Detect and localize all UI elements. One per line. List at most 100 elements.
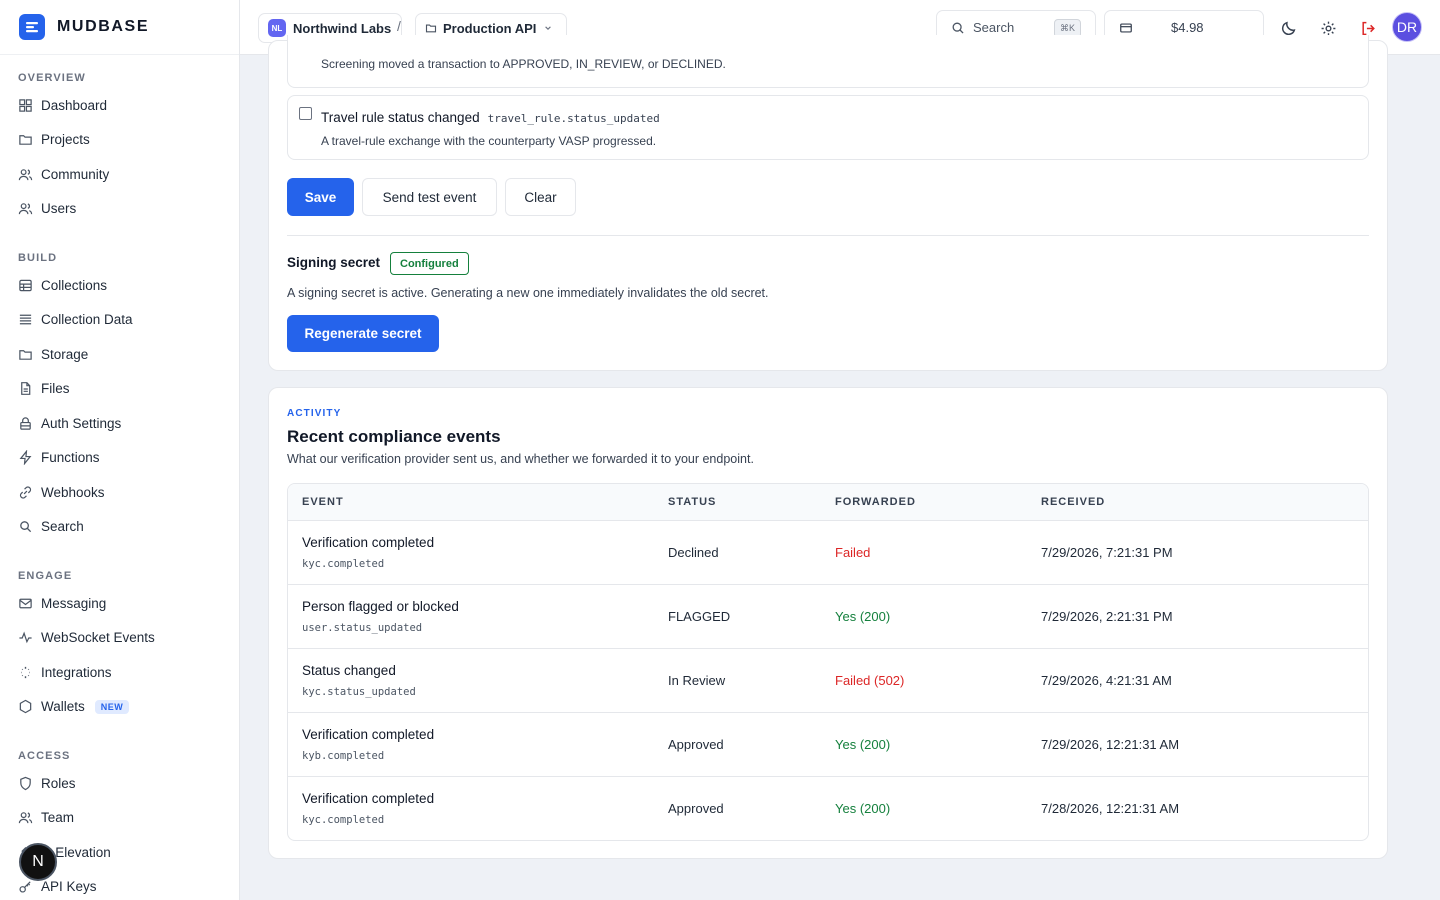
- hexagon-icon: [18, 699, 33, 714]
- sidebar-item-webhooks[interactable]: Webhooks: [0, 475, 239, 510]
- sidebar-item-label: Community: [41, 166, 110, 182]
- sidebar-item-community[interactable]: Community: [0, 157, 239, 192]
- sidebar-item-websocket-events[interactable]: WebSocket Events: [0, 621, 239, 656]
- sidebar-item-team[interactable]: Team: [0, 801, 239, 836]
- sidebar-item-storage[interactable]: Storage: [0, 337, 239, 372]
- sidebar: MUDBASE OVERVIEW Dashboard Projects Comm…: [0, 0, 240, 900]
- shield-icon: [18, 776, 33, 791]
- sidebar-item-label: Projects: [41, 132, 90, 148]
- event-name: Person flagged or blocked: [302, 599, 459, 614]
- sidebar-item-label: Search: [41, 519, 84, 535]
- sidebar-item-users[interactable]: Users: [0, 192, 239, 227]
- table-row[interactable]: Verification completed kyb.completed App…: [288, 713, 1368, 777]
- bolt-icon: [18, 450, 33, 466]
- event-received: 7/29/2026, 2:21:31 PM: [1041, 609, 1173, 624]
- link-icon: [18, 485, 33, 500]
- sidebar-item-label: Dashboard: [41, 97, 108, 113]
- file-icon: [18, 381, 33, 396]
- table-row[interactable]: Verification completed kyc.completed App…: [288, 777, 1368, 840]
- sidebar-item-label: Team: [41, 810, 75, 826]
- sidebar-item-roles[interactable]: Roles: [0, 766, 239, 801]
- avatar[interactable]: DR: [1392, 12, 1422, 42]
- sidebar-item-files[interactable]: Files: [0, 372, 239, 407]
- plug-icon: [18, 665, 33, 680]
- folder-icon: [18, 132, 33, 147]
- event-status: FLAGGED: [668, 609, 731, 624]
- table-row[interactable]: Status changed kyc.status_updated In Rev…: [288, 649, 1368, 713]
- project-name: Production API: [443, 20, 537, 36]
- sidebar-item-label: Wallets: [41, 699, 85, 715]
- activity-card: ACTIVITY Recent compliance events What o…: [268, 387, 1388, 859]
- folder-icon: [18, 347, 33, 362]
- search-icon: [18, 519, 33, 534]
- event-received: 7/29/2026, 7:21:31 PM: [1041, 545, 1173, 560]
- column-header-status: STATUS: [668, 496, 717, 508]
- sidebar-item-projects[interactable]: Projects: [0, 123, 239, 158]
- credit-card-icon: [1119, 21, 1133, 35]
- event-code: travel_rule.status_updated: [487, 112, 660, 125]
- save-button[interactable]: Save: [287, 178, 354, 216]
- brand[interactable]: MUDBASE: [0, 0, 239, 55]
- balance-amount: $4.98: [1171, 20, 1204, 35]
- sidebar-item-label: Integrations: [41, 664, 112, 680]
- table-header: EVENT STATUS FORWARDED RECEIVED: [288, 484, 1368, 521]
- regenerate-secret-button[interactable]: Regenerate secret: [287, 315, 439, 352]
- nav-heading: ACCESS: [18, 750, 71, 762]
- event-name: Verification completed: [302, 727, 435, 742]
- column-header-received: RECEIVED: [1041, 496, 1106, 508]
- event-option-travel-rule[interactable]: Travel rule status changed travel_rule.s…: [287, 95, 1369, 160]
- lock-icon: [18, 416, 33, 431]
- sidebar-item-label: Roles: [41, 775, 76, 791]
- table-row[interactable]: Verification completed kyc.completed Dec…: [288, 521, 1368, 585]
- table-row[interactable]: Person flagged or blocked user.status_up…: [288, 585, 1368, 649]
- event-code: kyb.completed: [302, 750, 385, 762]
- new-badge: NEW: [94, 699, 130, 714]
- event-checkbox[interactable]: [299, 107, 312, 120]
- event-name: Verification completed: [302, 791, 435, 806]
- sidebar-item-label: Storage: [41, 346, 89, 362]
- clear-button[interactable]: Clear: [505, 178, 576, 216]
- breadcrumb-separator: /: [397, 18, 401, 34]
- event-title: Travel rule status changed travel_rule.s…: [321, 110, 660, 125]
- chevron-down-icon: [544, 24, 552, 32]
- event-code: kyc.completed: [302, 814, 385, 826]
- sidebar-item-messaging[interactable]: Messaging: [0, 586, 239, 621]
- user-icon: [18, 201, 33, 216]
- event-received: 7/28/2026, 12:21:31 AM: [1041, 801, 1180, 816]
- sidebar-item-label: Collection Data: [41, 312, 133, 328]
- folder-icon: [425, 22, 437, 34]
- sidebar-item-search[interactable]: Search: [0, 510, 239, 545]
- sidebar-item-label: Auth Settings: [41, 415, 122, 431]
- events-table: EVENT STATUS FORWARDED RECEIVED Verifica…: [287, 483, 1369, 841]
- sidebar-item-label: Collections: [41, 277, 108, 293]
- event-option-partial: Screening moved a transaction to APPROVE…: [287, 35, 1369, 88]
- sidebar-item-wallets[interactable]: Wallets NEW: [0, 690, 239, 725]
- status-badge: Configured: [390, 252, 469, 275]
- event-description: Screening moved a transaction to APPROVE…: [321, 57, 726, 71]
- event-status: Approved: [668, 737, 724, 752]
- nav-heading: BUILD: [18, 252, 58, 264]
- sidebar-item-collection-data[interactable]: Collection Data: [0, 303, 239, 338]
- search-label: Search: [973, 20, 1015, 35]
- signing-secret-title: Signing secret: [287, 255, 381, 270]
- sidebar-item-dashboard[interactable]: Dashboard: [0, 88, 239, 123]
- send-test-event-button[interactable]: Send test event: [362, 178, 497, 216]
- event-received: 7/29/2026, 12:21:31 AM: [1041, 737, 1180, 752]
- event-forwarded: Failed: [835, 545, 871, 560]
- sidebar-item-functions[interactable]: Functions: [0, 441, 239, 476]
- event-name: Verification completed: [302, 535, 435, 550]
- sidebar-item-label: Files: [41, 381, 70, 397]
- event-status: Declined: [668, 545, 719, 560]
- dashboard-icon: [18, 98, 33, 113]
- event-name: Status changed: [302, 663, 396, 678]
- floating-n-button[interactable]: N: [19, 843, 57, 881]
- nav-group-build: BUILD Collections Collection Data Storag…: [0, 251, 239, 545]
- sidebar-item-collections[interactable]: Collections: [0, 268, 239, 303]
- org-name: Northwind Labs: [293, 20, 392, 36]
- sidebar-item-integrations[interactable]: Integrations: [0, 655, 239, 690]
- sidebar-item-auth-settings[interactable]: Auth Settings: [0, 406, 239, 441]
- section-label: ACTIVITY: [287, 408, 342, 419]
- nav-group-engage: ENGAGE Messaging WebSocket Events Integr…: [0, 569, 239, 725]
- section-title: Recent compliance events: [287, 427, 501, 446]
- nav-group-overview: OVERVIEW Dashboard Projects Community Us…: [0, 71, 239, 227]
